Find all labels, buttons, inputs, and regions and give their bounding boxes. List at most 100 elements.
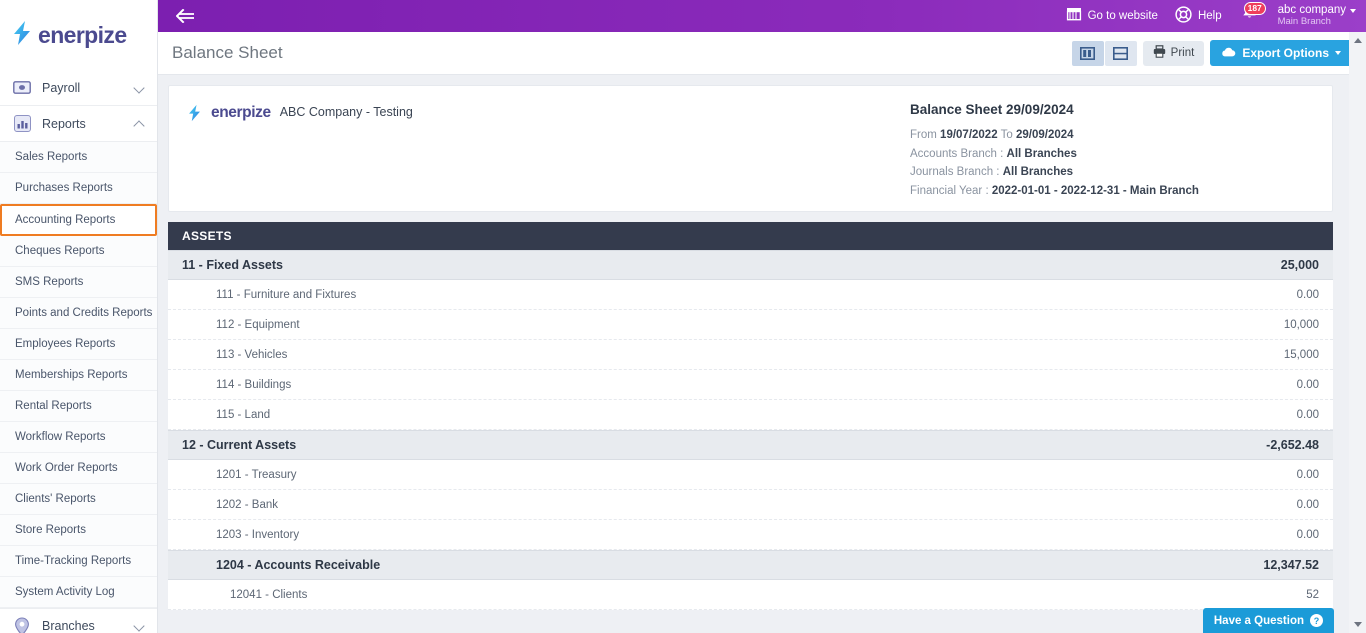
scroll-down-arrow-icon[interactable] bbox=[1349, 616, 1366, 633]
scroll-up-arrow-icon[interactable] bbox=[1349, 32, 1366, 49]
row-label: 12 - Current Assets bbox=[182, 438, 297, 452]
printer-icon bbox=[1153, 45, 1166, 61]
row-label: 1201 - Treasury bbox=[216, 468, 297, 481]
bar-chart-icon bbox=[12, 114, 32, 134]
sidebar-item-label: Purchases Reports bbox=[15, 182, 113, 194]
chevron-up-icon[interactable] bbox=[135, 119, 145, 129]
table-row[interactable]: 12041 - Clients 52 bbox=[168, 580, 1333, 610]
sidebar-item-rental-reports[interactable]: Rental Reports bbox=[0, 391, 157, 422]
row-label: 114 - Buildings bbox=[216, 378, 292, 391]
sidebar-group-branches-label: Branches bbox=[42, 619, 95, 633]
row-label: 111 - Furniture and Fixtures bbox=[216, 288, 357, 301]
go-to-website-label: Go to website bbox=[1087, 9, 1158, 22]
app-root: enerpize Payroll Reports Sales Reports P… bbox=[0, 0, 1366, 633]
sidebar-item-memberships-reports[interactable]: Memberships Reports bbox=[0, 360, 157, 391]
report-header-card: enerpize ABC Company - Testing Balance S… bbox=[168, 85, 1333, 212]
topbar-right: Go to website Help 187 abc company Main … bbox=[1066, 1, 1356, 28]
table-row[interactable]: 112 - Equipment 10,000 bbox=[168, 310, 1333, 340]
table-row[interactable]: 114 - Buildings 0.00 bbox=[168, 370, 1333, 400]
chevron-down-icon[interactable] bbox=[135, 83, 145, 93]
from-value: 19/07/2022 bbox=[940, 129, 998, 141]
table-row[interactable]: 1204 - Accounts Receivable 12,347.52 bbox=[168, 550, 1333, 580]
table-row[interactable]: 11 - Fixed Assets 25,000 bbox=[168, 250, 1333, 280]
help-label: Help bbox=[1197, 9, 1222, 22]
table-row[interactable]: 1201 - Treasury 0.00 bbox=[168, 460, 1333, 490]
table-row[interactable]: 1203 - Inventory 0.00 bbox=[168, 520, 1333, 550]
sidebar-item-label: Workflow Reports bbox=[15, 431, 106, 443]
from-label: From bbox=[910, 129, 937, 141]
sidebar-group-branches[interactable]: Branches bbox=[0, 608, 157, 633]
sidebar-item-sms-reports[interactable]: SMS Reports bbox=[0, 267, 157, 298]
sidebar-item-label: Store Reports bbox=[15, 524, 86, 536]
report-journals-branch: Journals Branch : All Branches bbox=[910, 163, 1310, 182]
sidebar-item-clients-reports[interactable]: Clients' Reports bbox=[0, 484, 157, 515]
financial-year-value: 2022-01-01 - 2022-12-31 - Main Branch bbox=[991, 185, 1199, 198]
go-to-website-button[interactable]: Go to website bbox=[1066, 7, 1158, 24]
sidebar-item-store-reports[interactable]: Store Reports bbox=[0, 515, 157, 546]
help-button[interactable]: Help bbox=[1175, 6, 1222, 26]
caret-down-icon bbox=[1335, 51, 1341, 55]
toolbar-buttons: Print Export Options bbox=[1071, 40, 1352, 66]
row-value: 0.00 bbox=[1296, 528, 1319, 541]
row-value: 10,000 bbox=[1283, 318, 1319, 331]
export-options-button[interactable]: Export Options bbox=[1210, 40, 1352, 66]
sidebar-reports-list: Sales Reports Purchases Reports Accounting… bbox=[0, 142, 157, 608]
sidebar-item-label: Clients' Reports bbox=[15, 493, 96, 505]
table-row[interactable]: 115 - Land 0.00 bbox=[168, 400, 1333, 430]
table-row[interactable]: 12 - Current Assets -2,652.48 bbox=[168, 430, 1333, 460]
account-menu[interactable]: abc company Main Branch bbox=[1278, 4, 1356, 28]
notifications-button[interactable]: 187 bbox=[1239, 1, 1266, 28]
report-brand-block: enerpize ABC Company - Testing bbox=[187, 102, 910, 211]
page-scrollbar-track[interactable] bbox=[1349, 32, 1366, 633]
table-row[interactable]: 111 - Furniture and Fixtures 0.00 bbox=[168, 280, 1333, 310]
balance-sheet-table: ASSETS 11 - Fixed Assets 25,000 111 - Furn… bbox=[168, 222, 1333, 610]
view-rows-button[interactable] bbox=[1104, 40, 1137, 66]
sidebar-item-time-tracking-reports[interactable]: Time-Tracking Reports bbox=[0, 546, 157, 577]
caret-down-icon bbox=[1350, 8, 1356, 13]
storefront-icon bbox=[1066, 7, 1082, 24]
sidebar-group-reports-label: Reports bbox=[42, 116, 86, 131]
sidebar-item-purchases-reports[interactable]: Purchases Reports bbox=[0, 173, 157, 204]
report-accounts-branch: Accounts Branch : All Branches bbox=[910, 145, 1310, 164]
sidebar-item-label: Accounting Reports bbox=[15, 214, 116, 226]
sidebar-item-work-order-reports[interactable]: Work Order Reports bbox=[0, 453, 157, 484]
have-a-question-button[interactable]: Have a Question ? bbox=[1202, 608, 1334, 633]
sidebar-item-sales-reports[interactable]: Sales Reports bbox=[0, 142, 157, 173]
location-pin-icon bbox=[12, 616, 32, 633]
table-row[interactable]: 113 - Vehicles 15,000 bbox=[168, 340, 1333, 370]
table-body: 11 - Fixed Assets 25,000 111 - Furniture a… bbox=[168, 250, 1333, 610]
sidebar-item-workflow-reports[interactable]: Workflow Reports bbox=[0, 422, 157, 453]
page-toolbar: Balance Sheet Print Export Options bbox=[158, 32, 1366, 75]
chevron-down-icon[interactable] bbox=[135, 621, 145, 631]
row-label: 12041 - Clients bbox=[230, 588, 308, 601]
row-value: -2,652.48 bbox=[1266, 438, 1319, 452]
brand-name: enerpize bbox=[38, 21, 127, 48]
sidebar-item-employees-reports[interactable]: Employees Reports bbox=[0, 329, 157, 360]
row-label: 1203 - Inventory bbox=[216, 528, 300, 541]
chat-label: Have a Question bbox=[1213, 614, 1304, 627]
sidebar-item-points-and-credits-reports[interactable]: Points and Credits Reports bbox=[0, 298, 157, 329]
brand-logo[interactable]: enerpize bbox=[0, 0, 157, 70]
sidebar-item-label: Cheques Reports bbox=[15, 245, 105, 257]
print-button[interactable]: Print bbox=[1142, 40, 1205, 66]
sidebar-item-system-activity-log[interactable]: System Activity Log bbox=[0, 577, 157, 608]
sidebar-item-cheques-reports[interactable]: Cheques Reports bbox=[0, 236, 157, 267]
main-area: Go to website Help 187 abc company Main … bbox=[158, 0, 1366, 633]
export-options-label: Export Options bbox=[1242, 46, 1329, 60]
sidebar-group-reports[interactable]: Reports bbox=[0, 106, 157, 142]
sidebar: enerpize Payroll Reports Sales Reports P… bbox=[0, 0, 158, 633]
row-label: 11 - Fixed Assets bbox=[182, 258, 283, 272]
accounts-branch-label: Accounts Branch : bbox=[910, 147, 1004, 160]
row-value: 0.00 bbox=[1296, 498, 1319, 511]
sidebar-item-accounting-reports[interactable]: Accounting Reports bbox=[0, 204, 157, 236]
sidebar-item-label: Time-Tracking Reports bbox=[15, 555, 132, 567]
to-label: To bbox=[1000, 129, 1013, 141]
sidebar-collapse-icon[interactable] bbox=[172, 4, 198, 28]
sidebar-group-payroll[interactable]: Payroll bbox=[0, 70, 157, 106]
row-value: 25,000 bbox=[1280, 258, 1319, 272]
view-columns-button[interactable] bbox=[1071, 40, 1104, 66]
top-header-bar: Go to website Help 187 abc company Main … bbox=[158, 0, 1366, 32]
report-content: enerpize ABC Company - Testing Balance S… bbox=[158, 75, 1366, 633]
table-row[interactable]: 1202 - Bank 0.00 bbox=[168, 490, 1333, 520]
row-value: 52 bbox=[1306, 588, 1319, 601]
